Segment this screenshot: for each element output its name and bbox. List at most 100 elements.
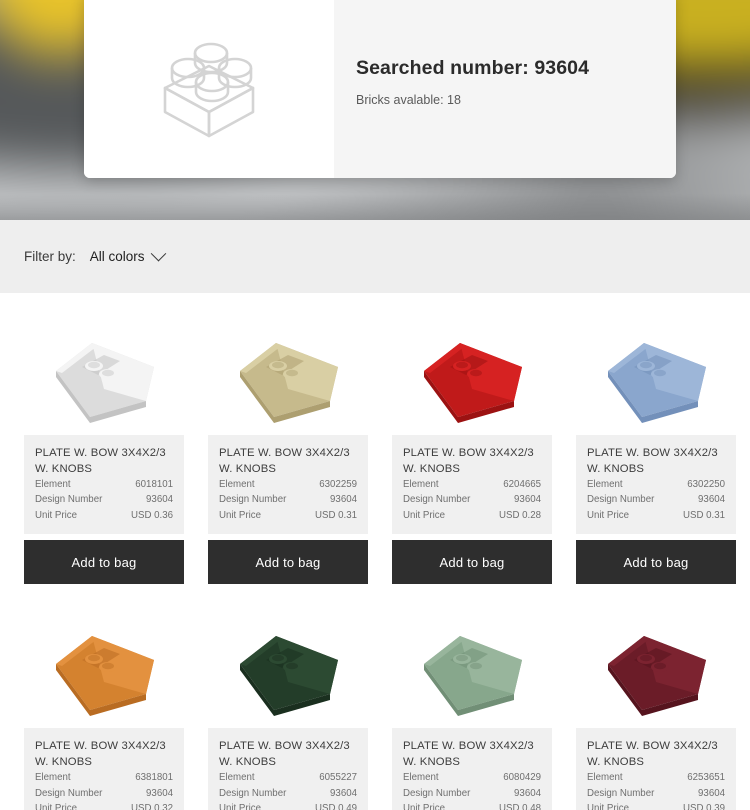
spec-unit-price-value: USD 0.39 — [683, 802, 725, 810]
spec-unit-price: Unit Price USD 0.28 — [403, 509, 541, 523]
product-card: PLATE W. BOW 3X4X2/3 W. KNOBS Element 63… — [24, 608, 184, 810]
product-image — [576, 608, 736, 729]
spec-unit-price-value: USD 0.31 — [683, 509, 725, 521]
bricks-available-text: Bricks avalable: 18 — [356, 93, 461, 107]
product-image — [392, 315, 552, 435]
spec-design-number: Design Number 93604 — [35, 493, 173, 507]
spec-design-number-value: 93604 — [146, 787, 173, 799]
spec-unit-price: Unit Price USD 0.36 — [35, 509, 173, 523]
spec-design-number-value: 93604 — [514, 787, 541, 799]
spec-element-value: 6253651 — [687, 772, 725, 784]
add-to-bag-button[interactable]: Add to bag — [576, 540, 736, 585]
product-info: PLATE W. BOW 3X4X2/3 W. KNOBS Element 60… — [24, 435, 184, 535]
brick-slope-icon — [608, 343, 706, 423]
spec-unit-price-value: USD 0.49 — [315, 802, 357, 810]
product-info: PLATE W. BOW 3X4X2/3 W. KNOBS Element 63… — [576, 435, 736, 535]
product-info: PLATE W. BOW 3X4X2/3 W. KNOBS Element 62… — [576, 728, 736, 810]
product-grid: PLATE W. BOW 3X4X2/3 W. KNOBS Element 60… — [0, 293, 750, 810]
brick-slope-icon — [608, 636, 706, 717]
spec-element: Element 6055227 — [219, 771, 357, 785]
product-card: PLATE W. BOW 3X4X2/3 W. KNOBS Element 62… — [392, 315, 552, 585]
spec-element-value: 6302259 — [319, 479, 357, 491]
product-name: PLATE W. BOW 3X4X2/3 W. KNOBS — [403, 447, 534, 476]
spec-unit-price-label: Unit Price — [587, 509, 629, 521]
product-name: PLATE W. BOW 3X4X2/3 W. KNOBS — [219, 447, 350, 476]
spec-unit-price: Unit Price USD 0.39 — [587, 802, 725, 810]
add-to-bag-button[interactable]: Add to bag — [24, 540, 184, 585]
spec-element-label: Element — [35, 479, 71, 491]
spec-design-number-label: Design Number — [403, 494, 471, 506]
hero-banner: Searched number: 93604 Bricks avalable: … — [0, 0, 750, 220]
spec-design-number: Design Number 93604 — [219, 787, 357, 801]
product-name: PLATE W. BOW 3X4X2/3 W. KNOBS — [35, 740, 166, 769]
product-info: PLATE W. BOW 3X4X2/3 W. KNOBS Element 63… — [24, 728, 184, 810]
brick-slope-icon — [240, 343, 338, 423]
spec-unit-price-label: Unit Price — [587, 802, 629, 810]
spec-element-value: 6381801 — [135, 772, 173, 784]
spec-element: Element 6381801 — [35, 771, 173, 785]
lego-brick-outline-icon — [163, 42, 255, 138]
spec-element-label: Element — [587, 772, 623, 784]
search-result-card: Searched number: 93604 Bricks avalable: … — [84, 0, 676, 178]
spec-design-number: Design Number 93604 — [587, 787, 725, 801]
spec-unit-price: Unit Price USD 0.32 — [35, 802, 173, 810]
color-filter-value: All colors — [89, 249, 145, 264]
product-card: PLATE W. BOW 3X4X2/3 W. KNOBS Element 60… — [392, 608, 552, 810]
hero-bottom-fade — [0, 194, 750, 220]
product-info: PLATE W. BOW 3X4X2/3 W. KNOBS Element 63… — [208, 435, 368, 535]
spec-design-number-label: Design Number — [587, 787, 655, 799]
add-to-bag-button[interactable]: Add to bag — [392, 540, 552, 585]
product-card: PLATE W. BOW 3X4X2/3 W. KNOBS Element 60… — [208, 608, 368, 810]
product-image — [24, 608, 184, 729]
spec-design-number-value: 93604 — [330, 787, 357, 799]
spec-element-value: 6204665 — [503, 479, 541, 491]
spec-unit-price-label: Unit Price — [403, 509, 445, 521]
spec-unit-price-value: USD 0.36 — [131, 509, 173, 521]
spec-design-number-value: 93604 — [146, 494, 173, 506]
spec-unit-price-label: Unit Price — [35, 509, 77, 521]
spec-element-value: 6080429 — [503, 772, 541, 784]
spec-design-number: Design Number 93604 — [219, 493, 357, 507]
filter-by-label: Filter by: — [24, 249, 76, 264]
spec-element-value: 6018101 — [135, 479, 173, 491]
spec-unit-price-value: USD 0.32 — [131, 802, 173, 810]
product-card: PLATE W. BOW 3X4X2/3 W. KNOBS Element 63… — [576, 315, 736, 585]
spec-element: Element 6080429 — [403, 771, 541, 785]
spec-element-label: Element — [35, 772, 71, 784]
product-image — [208, 315, 368, 435]
product-name: PLATE W. BOW 3X4X2/3 W. KNOBS — [219, 740, 350, 769]
filter-bar: Filter by: All colors — [0, 220, 750, 498]
product-name: PLATE W. BOW 3X4X2/3 W. KNOBS — [35, 447, 166, 476]
brick-slope-icon — [424, 636, 522, 717]
spec-unit-price: Unit Price USD 0.48 — [403, 802, 541, 810]
spec-design-number: Design Number 93604 — [403, 493, 541, 507]
product-image — [208, 608, 368, 729]
search-result-info: Searched number: 93604 Bricks avalable: … — [334, 0, 676, 178]
spec-element-label: Element — [403, 479, 439, 491]
spec-unit-price-label: Unit Price — [35, 802, 77, 810]
add-to-bag-button[interactable]: Add to bag — [208, 540, 368, 585]
spec-element-label: Element — [587, 479, 623, 491]
spec-element-label: Element — [219, 772, 255, 784]
spec-element-value: 6302250 — [687, 479, 725, 491]
brick-slope-icon — [240, 636, 338, 717]
color-filter-dropdown[interactable]: All colors — [89, 245, 166, 264]
spec-unit-price-label: Unit Price — [403, 802, 445, 810]
spec-element-value: 6055227 — [319, 772, 357, 784]
spec-unit-price-value: USD 0.48 — [499, 802, 541, 810]
spec-design-number: Design Number 93604 — [35, 787, 173, 801]
spec-design-number: Design Number 93604 — [403, 787, 541, 801]
spec-design-number-label: Design Number — [219, 787, 287, 799]
spec-element-label: Element — [219, 479, 255, 491]
spec-element-label: Element — [403, 772, 439, 784]
product-image — [24, 315, 184, 435]
spec-unit-price-label: Unit Price — [219, 509, 261, 521]
product-name: PLATE W. BOW 3X4X2/3 W. KNOBS — [587, 740, 718, 769]
brick-slope-icon — [56, 343, 154, 423]
brick-slope-icon — [56, 636, 154, 717]
spec-design-number-value: 93604 — [330, 494, 357, 506]
searched-number-title: Searched number: 93604 — [356, 57, 590, 79]
spec-unit-price: Unit Price USD 0.31 — [587, 509, 725, 523]
spec-design-number-label: Design Number — [35, 787, 103, 799]
product-card: PLATE W. BOW 3X4X2/3 W. KNOBS Element 62… — [576, 608, 736, 810]
